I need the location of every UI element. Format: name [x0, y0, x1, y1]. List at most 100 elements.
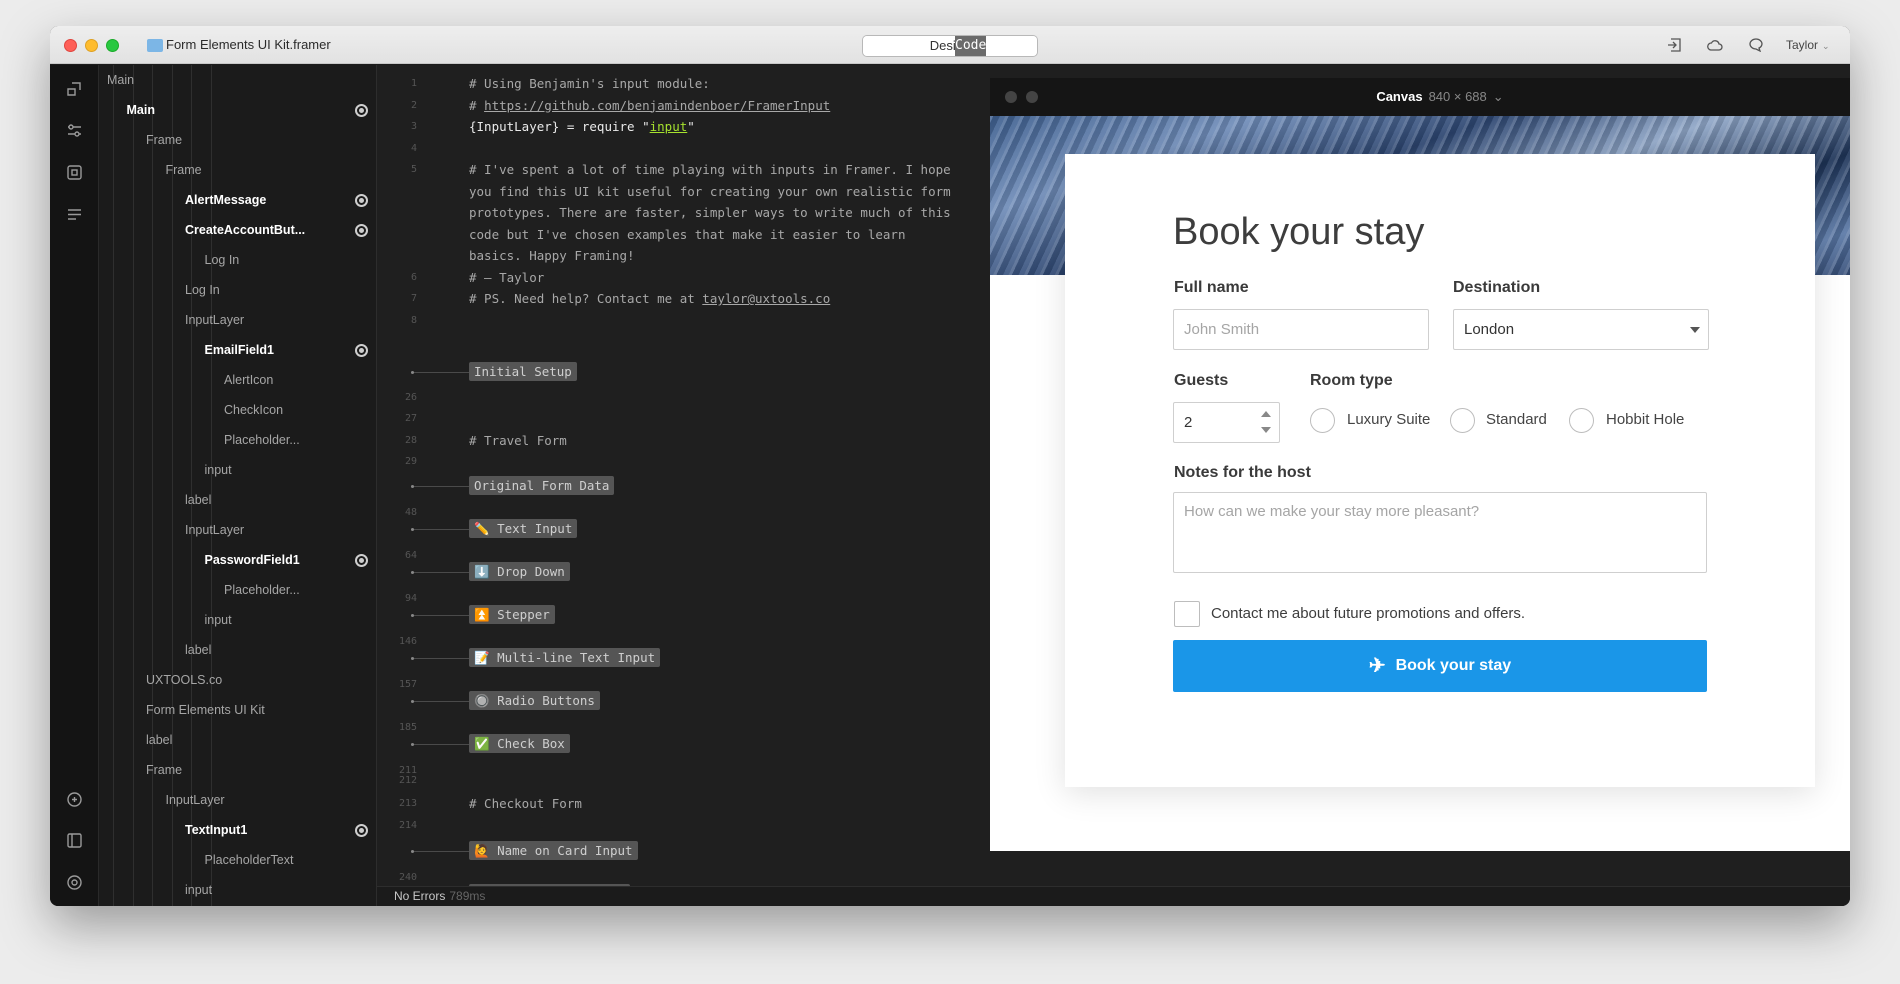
fold-dot-icon[interactable] — [411, 614, 414, 617]
canvas-title[interactable]: Canvas 840 × 688 ⌄ — [990, 89, 1850, 105]
promotions-checkbox[interactable] — [1174, 601, 1200, 627]
target-icon[interactable] — [355, 224, 368, 237]
layer-item[interactable]: label — [185, 635, 376, 665]
line-number: 240 — [398, 872, 417, 883]
fold-dot-icon[interactable] — [411, 528, 414, 531]
layer-item[interactable]: CreateAccountBut... — [185, 215, 376, 245]
layers-icon[interactable] — [66, 80, 83, 97]
layer-item[interactable]: label — [185, 485, 376, 515]
target-icon[interactable] — [355, 194, 368, 207]
layer-item[interactable]: Log In — [185, 275, 376, 305]
code-fold[interactable]: ⬇️ Drop Down — [469, 562, 570, 581]
code-fold[interactable]: ✅ Check Box — [469, 734, 570, 753]
code-fold[interactable]: Original Form Data — [469, 476, 615, 495]
close-window-button[interactable] — [64, 39, 77, 52]
code-line: # Using Benjamin's input module: — [469, 76, 710, 91]
book-stay-label: Book your stay — [1395, 657, 1512, 674]
fold-dot-icon[interactable] — [411, 571, 414, 574]
layer-item[interactable]: PlaceholderText — [205, 845, 377, 875]
line-number: 4 — [410, 142, 417, 154]
layer-label: InputLayer — [185, 523, 245, 537]
zoom-window-button[interactable] — [106, 39, 119, 52]
add-circle-icon[interactable] — [66, 791, 83, 808]
fold-dot-icon[interactable] — [411, 657, 414, 660]
layer-item[interactable]: Placeholder... — [224, 425, 376, 455]
increment-icon[interactable] — [1261, 411, 1271, 417]
code-editor[interactable]: 1 # Using Benjamin's input module: 2 # http… — [377, 65, 990, 886]
tree-guide-line — [132, 65, 134, 906]
fold-guide — [411, 615, 469, 616]
text-lines-icon[interactable] — [66, 206, 83, 223]
code-link[interactable]: https://github.com/benjamindenboer/Frame… — [484, 98, 830, 113]
layer-item[interactable]: Main — [127, 95, 377, 125]
design-mode-button[interactable]: Design — [863, 36, 1037, 56]
fold-dot-icon[interactable] — [411, 743, 414, 746]
caret-down-icon — [1690, 327, 1700, 333]
code-fold[interactable]: 📝 Multi-line Text Input — [469, 648, 661, 667]
layer-item[interactable]: InputLayer — [185, 515, 376, 545]
layer-item[interactable]: UXTOOLS.co — [146, 665, 376, 695]
comment-icon[interactable] — [1748, 38, 1764, 52]
layer-item[interactable]: InputLayer — [185, 305, 376, 335]
fold-dot-icon[interactable] — [411, 850, 414, 853]
radio-luxury-suite[interactable] — [1310, 408, 1335, 433]
sliders-icon[interactable] — [66, 122, 83, 139]
layer-item[interactable]: input — [205, 455, 377, 485]
fold-dot-icon[interactable] — [411, 371, 414, 374]
layer-item[interactable]: input — [185, 875, 376, 905]
code-line: # Checkout Form — [469, 796, 582, 811]
radio-hobbit-hole[interactable] — [1569, 408, 1594, 433]
status-bar: No Errors 789ms — [377, 886, 1850, 906]
layer-item[interactable]: AlertMessage — [185, 185, 376, 215]
code-fold[interactable]: 🙋 Name on Card Input — [469, 841, 638, 860]
preview-panel: Canvas 840 × 688 ⌄ Book your stay Full nam… — [990, 65, 1850, 886]
code-link[interactable]: taylor@uxtools.co — [702, 291, 830, 306]
promotions-label: Contact me about future promotions and o… — [1211, 605, 1526, 622]
layer-label: Form Elements UI Kit — [146, 703, 265, 717]
target-icon[interactable] — [355, 344, 368, 357]
target-icon[interactable] — [355, 104, 368, 117]
layer-label: Main — [126, 103, 155, 117]
layer-item[interactable]: Form Elements UI Kit — [146, 695, 376, 725]
panel-icon[interactable] — [66, 832, 83, 849]
destination-select[interactable]: London — [1453, 309, 1709, 350]
radio-standard[interactable] — [1450, 408, 1475, 433]
line-number: 5 — [410, 164, 417, 175]
import-icon[interactable] — [1667, 38, 1683, 52]
frame-icon[interactable] — [66, 164, 83, 181]
cloud-icon[interactable] — [1707, 38, 1723, 52]
target-icon[interactable] — [355, 554, 368, 567]
fullname-input[interactable]: John Smith — [1173, 309, 1429, 350]
layer-item[interactable]: PasswordField1 — [205, 545, 377, 575]
help-icon[interactable] — [66, 874, 83, 891]
layer-item[interactable]: Frame — [146, 125, 376, 155]
guests-stepper[interactable]: 2 — [1173, 402, 1280, 443]
target-icon[interactable] — [355, 824, 368, 837]
layer-item[interactable]: Frame — [166, 155, 377, 185]
layer-item[interactable]: InputLayer — [166, 785, 377, 815]
airplane-icon: ✈ — [1368, 655, 1386, 677]
layer-item[interactable]: CheckIcon — [224, 395, 376, 425]
layer-item[interactable]: input — [205, 605, 377, 635]
layer-label: EmailField1 — [204, 343, 274, 357]
code-fold[interactable]: ⏫ Stepper — [469, 605, 555, 624]
layer-item[interactable]: AlertIcon — [224, 365, 376, 395]
code-fold[interactable]: Initial Setup — [469, 362, 577, 381]
layer-item[interactable]: label — [146, 725, 376, 755]
layer-item[interactable]: EmailField1 — [205, 335, 377, 365]
code-fold[interactable]: 🔘 Radio Buttons — [469, 691, 600, 710]
layer-item[interactable]: Frame — [146, 755, 376, 785]
fold-dot-icon[interactable] — [411, 700, 414, 703]
code-mode-button[interactable]: Code — [955, 36, 987, 56]
layer-item[interactable]: Log In — [205, 245, 377, 275]
layer-item[interactable]: Main — [107, 65, 376, 95]
minimize-window-button[interactable] — [85, 39, 98, 52]
notes-textarea[interactable]: How can we make your stay more pleasant? — [1173, 492, 1707, 573]
layer-item[interactable]: Placeholder... — [224, 575, 376, 605]
fold-dot-icon[interactable] — [411, 485, 414, 488]
user-menu[interactable]: Taylor ⌄ — [1786, 38, 1830, 52]
decrement-icon[interactable] — [1261, 427, 1271, 433]
code-fold[interactable]: ✏️ Text Input — [469, 519, 578, 538]
book-stay-button[interactable]: ✈ Book your stay — [1173, 640, 1707, 692]
layer-item[interactable]: TextInput1 — [185, 815, 376, 845]
